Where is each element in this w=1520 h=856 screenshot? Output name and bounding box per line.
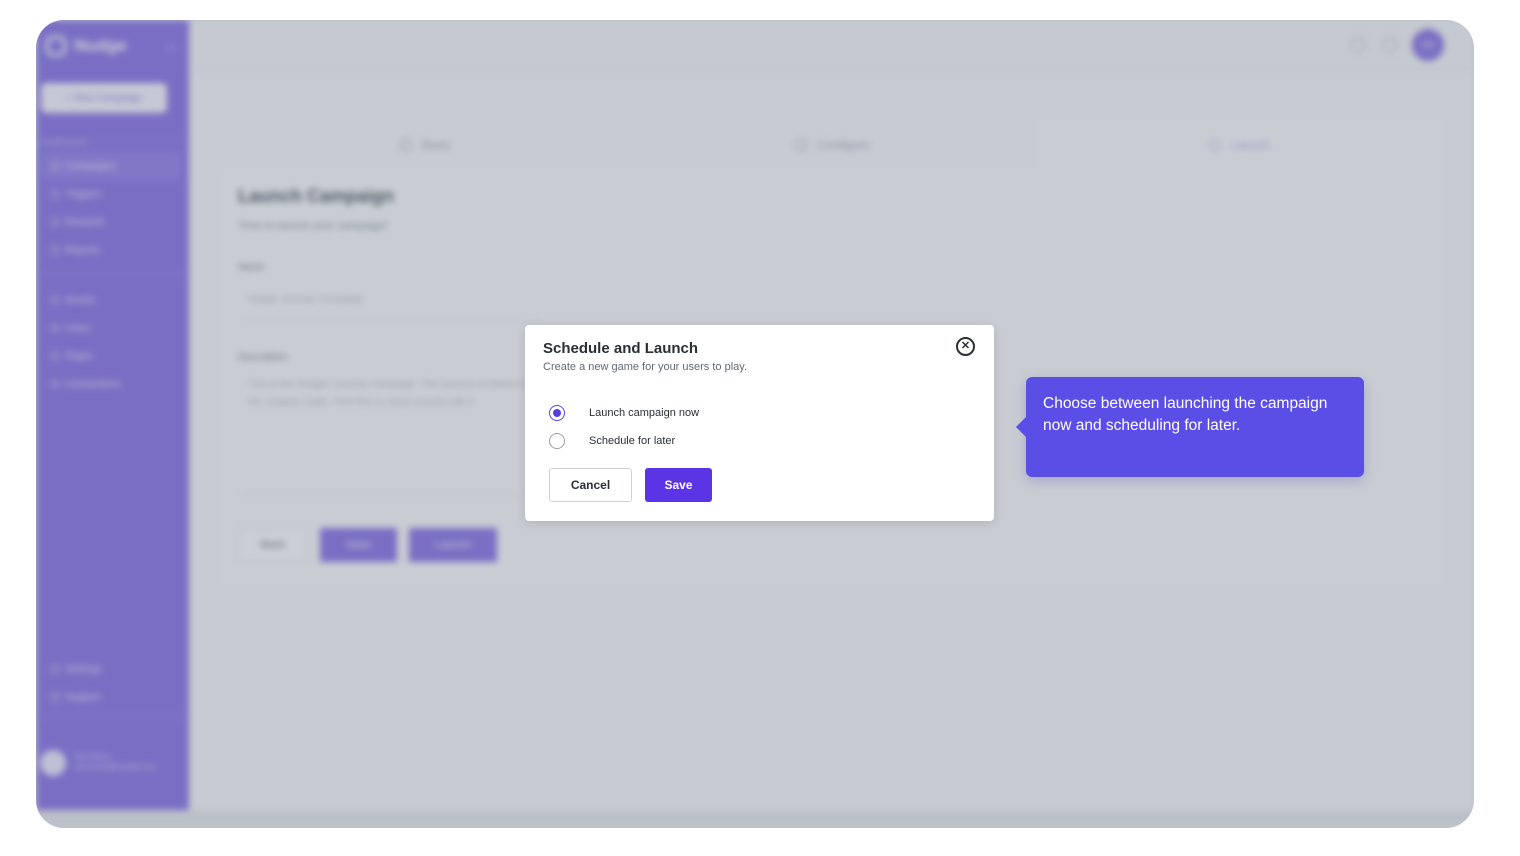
option-schedule-later[interactable]: Schedule for later bbox=[549, 433, 675, 449]
option-label: Launch campaign now bbox=[589, 407, 700, 419]
radio-launch-now[interactable] bbox=[549, 405, 565, 421]
modal-subtitle: Create a new game for your users to play… bbox=[543, 361, 748, 373]
schedule-launch-modal: Schedule and Launch Create a new game fo… bbox=[525, 325, 994, 521]
save-button[interactable]: Save bbox=[645, 468, 712, 502]
guide-tooltip: Choose between launching the campaign no… bbox=[1016, 377, 1364, 477]
close-icon[interactable]: ✕ bbox=[956, 337, 975, 356]
radio-schedule-later[interactable] bbox=[549, 433, 565, 449]
option-launch-now[interactable]: Launch campaign now bbox=[549, 405, 699, 421]
modal-title: Schedule and Launch bbox=[543, 340, 699, 357]
cancel-button[interactable]: Cancel bbox=[549, 468, 632, 502]
option-label: Schedule for later bbox=[589, 435, 676, 447]
